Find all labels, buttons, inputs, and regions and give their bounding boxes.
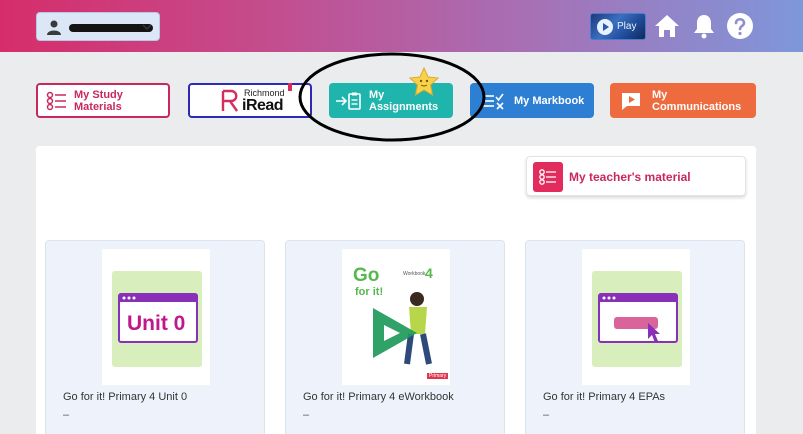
material-card-eworkbook[interactable]: Go for it! Workbook 4 Primary Go for it!… — [285, 240, 505, 434]
card-title: Go for it! Primary 4 eWorkbook — [303, 391, 454, 403]
iread-accent — [288, 83, 292, 91]
card-thumbnail: Go for it! Workbook 4 Primary — [342, 249, 450, 385]
card-thumbnail: Unit 0 — [102, 249, 210, 385]
richmond-iread-button[interactable]: Richmond iRead — [188, 83, 312, 118]
browser-click-icon — [598, 293, 678, 343]
user-account-select[interactable] — [36, 12, 160, 41]
my-teachers-material-label: My teacher's material — [569, 170, 691, 184]
card-subtitle: – — [303, 409, 310, 421]
my-communications-button[interactable]: My Communications — [610, 83, 756, 118]
card-thumbnail — [582, 249, 690, 385]
cover-primary-badge: Primary — [427, 373, 449, 379]
teacher-material-icon — [533, 162, 563, 192]
my-communications-label: My Communications — [652, 88, 742, 113]
cover-level-text: 4 — [425, 265, 433, 281]
play-icon — [597, 19, 613, 35]
play-button[interactable]: Play — [590, 13, 646, 40]
chevron-down-icon — [142, 24, 152, 31]
material-card-epas[interactable]: Go for it! Primary 4 EPAs – — [525, 240, 745, 434]
play-video-icon — [373, 308, 417, 358]
list-icon — [46, 91, 66, 110]
material-card-unit0[interactable]: Unit 0 Go for it! Primary 4 Unit 0 – — [45, 240, 265, 434]
my-markbook-label: My Markbook — [514, 94, 585, 107]
user-icon — [47, 20, 61, 35]
top-header: Play — [0, 0, 803, 52]
cover-forit-text: for it! — [355, 286, 384, 298]
card-subtitle: – — [543, 409, 550, 421]
home-icon[interactable] — [653, 12, 681, 40]
my-markbook-button[interactable]: My Markbook — [470, 83, 594, 118]
card-title: Go for it! Primary 4 EPAs — [543, 391, 666, 403]
iread-logo-icon — [221, 89, 238, 112]
my-teachers-material-button[interactable]: My teacher's material — [526, 156, 746, 196]
play-label: Play — [617, 21, 637, 32]
message-icon — [622, 92, 640, 110]
my-study-materials-button[interactable]: My Study Materials — [36, 83, 170, 118]
card-subtitle: – — [63, 409, 70, 421]
bell-icon[interactable] — [690, 12, 718, 40]
cover-go-text: Go — [353, 265, 380, 286]
my-study-materials-label: My Study Materials — [74, 88, 123, 113]
cover-workbook-text: Workbook — [403, 271, 426, 277]
highlight-ellipse — [298, 52, 486, 142]
unit0-thumb-text: Unit 0 — [127, 312, 186, 335]
workbook-cover: Go for it! Workbook 4 Primary — [347, 259, 449, 385]
help-icon[interactable] — [726, 12, 754, 40]
card-title: Go for it! Primary 4 Unit 0 — [63, 391, 188, 403]
iread-brand-big: iRead — [242, 97, 284, 114]
